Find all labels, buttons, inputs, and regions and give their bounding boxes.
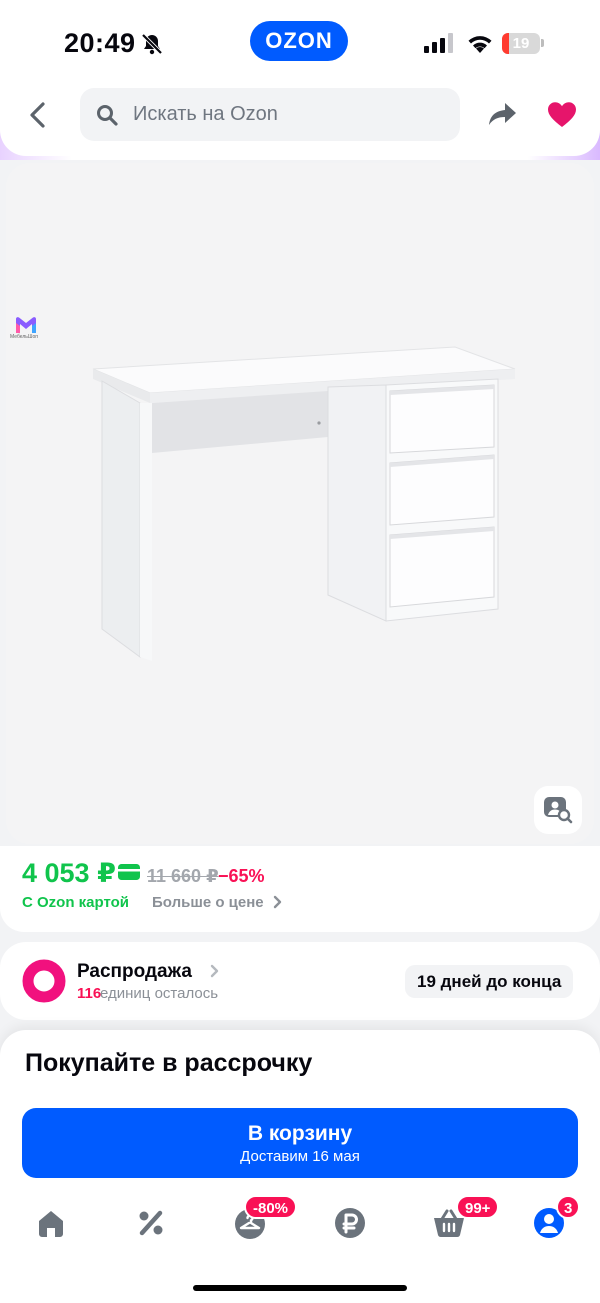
status-time: 20:49 (64, 28, 136, 58)
ozon-card-icon (118, 864, 140, 880)
share-icon[interactable] (487, 101, 517, 127)
chevron-right-icon[interactable] (273, 895, 283, 909)
product-image (92, 346, 516, 661)
price-discount: −65% (218, 866, 265, 886)
brand-caption: МебельШоп (10, 334, 38, 340)
cart-button-delivery: Доставим 16 мая (240, 1148, 360, 1165)
sale-count: 116 (77, 985, 102, 1002)
heart-icon[interactable] (547, 101, 577, 128)
tab-home[interactable] (34, 1206, 68, 1240)
ozon-card-label: С Ozon картой (22, 894, 130, 911)
signal-icon (424, 33, 453, 53)
ruble-icon (335, 1208, 365, 1238)
back-icon[interactable] (26, 101, 50, 129)
tab-finance[interactable] (333, 1206, 367, 1240)
home-indicator[interactable] (193, 1285, 407, 1291)
sale-count-text: единиц осталось (100, 985, 219, 1002)
ozon-logo: OZON (250, 21, 348, 61)
bell-off-icon (141, 33, 163, 55)
wifi-icon (468, 36, 492, 53)
sale-title[interactable]: Распродажа (77, 961, 192, 983)
tab-discounts[interactable] (134, 1206, 168, 1240)
price-old: 11 660 ₽ (147, 866, 219, 886)
image-search-icon (544, 797, 573, 824)
sale-ring-icon (22, 959, 66, 1003)
brand-logo (16, 317, 36, 333)
installment-title[interactable]: Покупайте в рассрочку (25, 1049, 312, 1078)
cart-button-label: В корзину (247, 1122, 353, 1145)
battery-cap (541, 39, 544, 47)
percent-icon (139, 1210, 163, 1236)
tab-fashion-badge: -80% (244, 1195, 298, 1219)
chevron-right-icon[interactable] (210, 964, 220, 978)
tab-cart-badge: 99+ (456, 1195, 500, 1219)
search-icon (97, 105, 118, 126)
battery-percent: 19 (512, 35, 530, 52)
add-to-cart-button[interactable]: В корзину Доставим 16 мая (22, 1108, 578, 1178)
home-icon (39, 1211, 63, 1237)
battery-icon: 19 (502, 33, 540, 54)
days-left-badge: 19 дней до конца (405, 965, 574, 998)
image-search-button[interactable] (534, 786, 582, 834)
search-placeholder[interactable]: Искать на Ozon (133, 103, 278, 126)
price-current: 4 053 ₽ (22, 858, 116, 888)
more-price-link[interactable]: Больше о цене (152, 894, 264, 911)
